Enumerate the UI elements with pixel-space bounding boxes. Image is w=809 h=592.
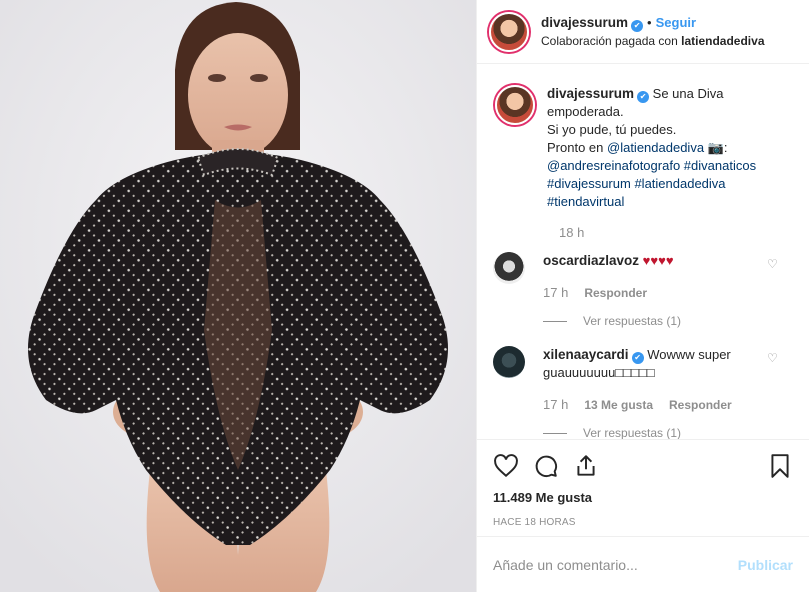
separator-dot: • [647,14,652,30]
likes-count[interactable]: 11.489 Me gusta [493,490,793,505]
post-sidebar: divajessurum ✔ • Seguir Colaboración pagada… [476,0,809,592]
comment-time[interactable]: 17 h [543,396,568,414]
paid-prefix: Colaboración pagada con [541,33,678,48]
comment-username[interactable]: oscardiazlavoz [543,253,639,268]
camera-emoji: 📷: [707,140,728,155]
reply-button[interactable]: Responder [669,396,732,414]
paid-partnership: Colaboración pagada con latiendadediva [541,32,765,50]
comment-icon[interactable] [533,453,559,479]
hashtag-link[interactable]: #divajessurum [547,176,631,191]
action-icons [493,440,793,492]
caption-username[interactable]: divajessurum [547,86,634,101]
post-image [0,0,476,592]
header-text: divajessurum ✔ • Seguir Colaboración pagada… [541,14,765,50]
author-username[interactable]: divajessurum [541,15,628,30]
comment-input[interactable] [493,556,738,573]
view-replies-button[interactable]: Ver respuestas (1) [543,312,763,330]
like-comment-icon[interactable]: ♡ [767,258,779,270]
reply-button[interactable]: Responder [584,284,647,302]
hashtag-link[interactable]: #latiendadediva [634,176,725,191]
caption-line: Se una Diva [652,86,724,101]
mention-link[interactable]: @andresreinafotografo [547,158,680,173]
mention-link[interactable]: @latiendadediva [607,140,704,155]
hashtag-link[interactable]: #divanaticos [684,158,756,173]
comment-item: xilenaaycardi ✔ Wowww super guauuuuuuu□□□… [493,346,793,439]
view-replies-button[interactable]: Ver respuestas (1) [543,424,763,439]
verified-icon: ✔ [631,19,644,32]
paid-partner-link[interactable]: latiendadediva [681,34,764,48]
caption-time[interactable]: 18 h [559,225,793,240]
heart-icon[interactable] [493,453,519,479]
view-replies-label: Ver respuestas (1) [583,426,682,439]
verified-icon: ✔ [631,352,644,364]
caption-body: divajessurum ✔ Se una Diva empoderada. Si… [547,85,793,211]
comment-item: oscardiazlavoz ♥♥♥♥ 17 h Responder Ver r… [493,252,793,330]
caption-avatar[interactable] [495,85,535,125]
comment-avatar[interactable] [493,252,525,284]
replies-divider [543,320,567,322]
follow-button[interactable]: Seguir [656,15,696,30]
caption-text: Pronto en [547,140,604,155]
post-header: divajessurum ✔ • Seguir Colaboración pagada… [477,0,809,64]
comment-likes[interactable]: 13 Me gusta [584,396,653,414]
replies-divider [543,432,567,434]
comment-time[interactable]: 17 h [543,284,568,302]
share-icon[interactable] [573,453,599,479]
verified-icon: ✔ [637,91,650,103]
publish-button[interactable]: Publicar [738,557,793,573]
caption-line: empoderada. [547,104,624,119]
post-photo[interactable] [0,0,476,592]
view-replies-label: Ver respuestas (1) [583,314,682,328]
post-time[interactable]: HACE 18 HORAS [493,517,793,528]
add-comment-bar: Publicar [477,536,809,592]
comment-avatar[interactable] [493,346,525,378]
like-comment-icon[interactable]: ♡ [767,352,779,364]
comments-section[interactable]: divajessurum ✔ Se una Diva empoderada. Si… [477,65,809,439]
hashtag-link[interactable]: #tiendavirtual [547,194,624,209]
author-avatar[interactable] [489,11,529,52]
caption: divajessurum ✔ Se una Diva empoderada. Si… [493,85,793,211]
comment-text: ♥♥♥♥ [642,253,674,268]
bookmark-icon[interactable] [767,453,793,479]
comment-username[interactable]: xilenaaycardi [543,347,629,362]
caption-line: Si yo pude, tú puedes. [547,122,677,137]
